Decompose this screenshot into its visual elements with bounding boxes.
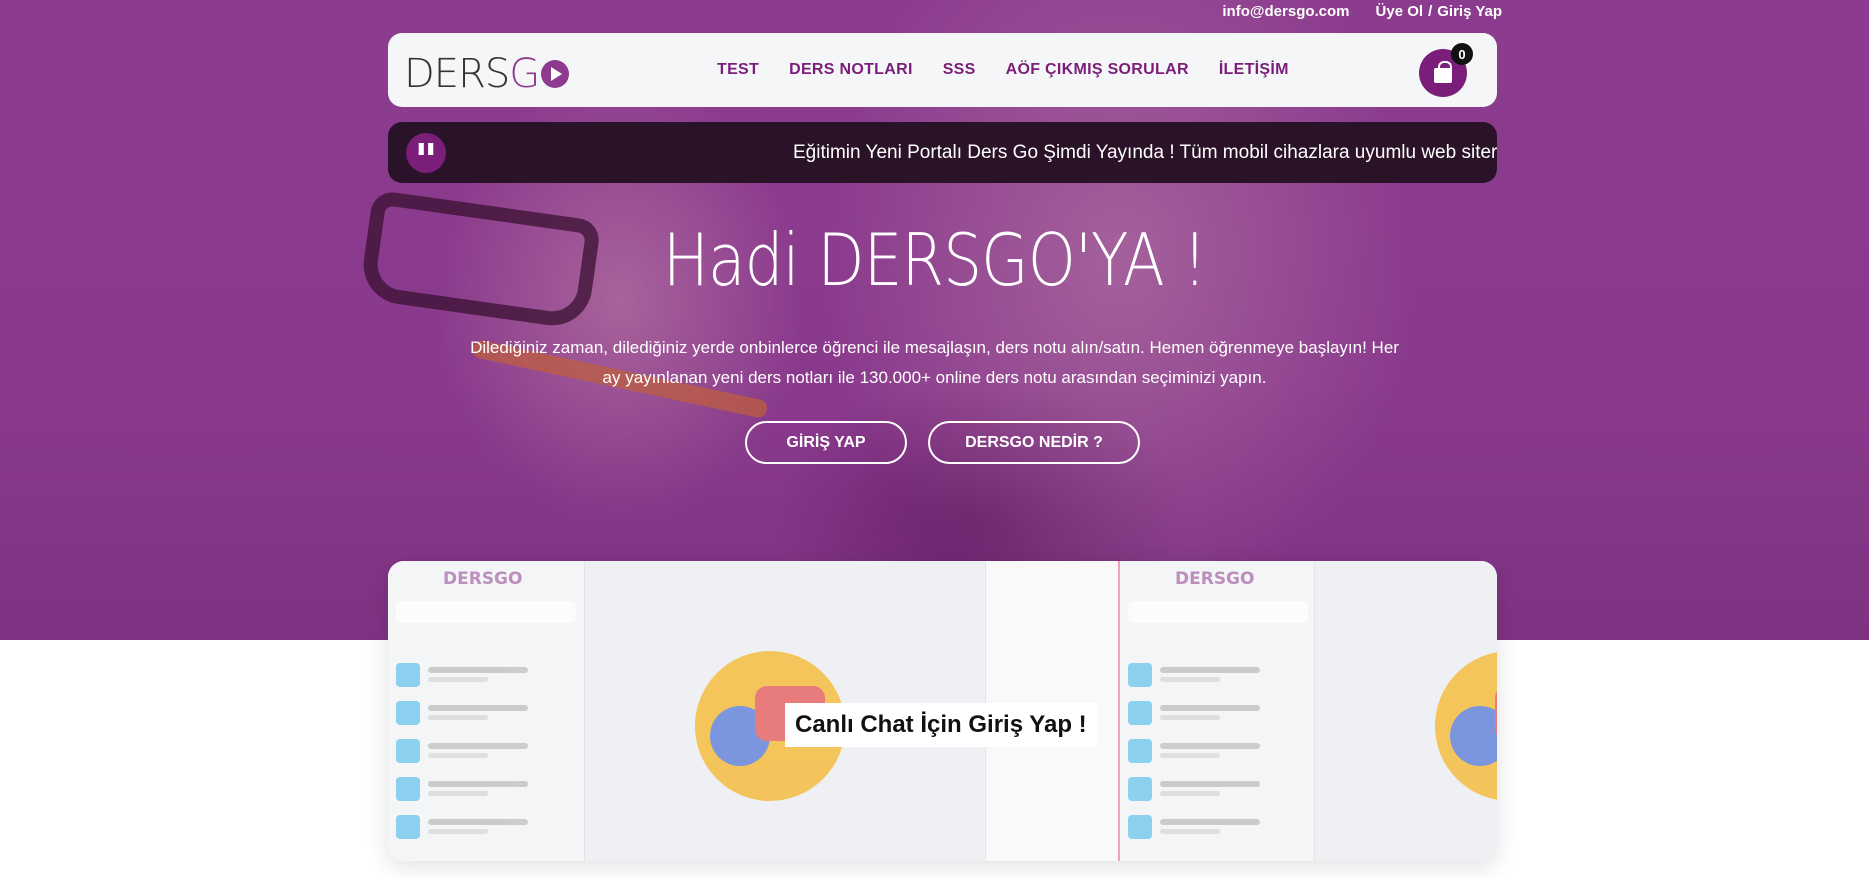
main-menu: TEST DERS NOTLARI SSS AÖF ÇIKMIŞ SORULAR…: [717, 33, 1289, 107]
preview-list-item: [396, 775, 576, 803]
register-link[interactable]: Üye Ol: [1376, 3, 1424, 20]
preview-list-item: [396, 737, 576, 765]
preview-sidebar: DERSGO: [388, 561, 585, 861]
auth-separator: /: [1428, 2, 1433, 20]
live-chat-login-prompt[interactable]: Canlı Chat İçin Giriş Yap !: [785, 703, 1097, 747]
ticker-text: Eğitimin Yeni Portalı Ders Go Şimdi Yayı…: [793, 142, 1497, 163]
login-link[interactable]: Giriş Yap: [1437, 3, 1502, 20]
nav-item-aof-cikmis-sorular[interactable]: AÖF ÇIKMIŞ SORULAR: [1006, 61, 1189, 79]
nav-item-test[interactable]: TEST: [717, 61, 759, 79]
preview-list-item: [1128, 737, 1308, 765]
site-logo[interactable]: DERS G: [404, 51, 570, 97]
hero-login-button[interactable]: GİRİŞ YAP: [745, 421, 907, 464]
cart-button[interactable]: 0: [1419, 43, 1473, 97]
preview-list-item: [396, 813, 576, 841]
hero-title: Hadi DERSGO'YA !: [662, 218, 1207, 302]
nav-item-sss[interactable]: SSS: [943, 61, 976, 79]
preview-list-item: [396, 661, 576, 689]
auth-links: Üye Ol / Giriş Yap: [1376, 3, 1502, 20]
quote-icon: ": [406, 133, 446, 183]
nav-item-ders-notlari[interactable]: DERS NOTLARI: [789, 61, 913, 79]
shopping-bag-icon: [1434, 61, 1452, 83]
topbar: info@dersgo.com Üye Ol / Giriş Yap: [1222, 0, 1502, 22]
nav-item-iletisim[interactable]: İLETİŞİM: [1219, 61, 1289, 79]
hero-about-button[interactable]: DERSGO NEDİR ?: [928, 421, 1140, 464]
preview-list-item: [1128, 661, 1308, 689]
preview-list-item: [1128, 775, 1308, 803]
contact-email-link[interactable]: info@dersgo.com: [1222, 3, 1349, 20]
preview-list-item: [1128, 813, 1308, 841]
preview-list-item: [1128, 699, 1308, 727]
announcement-ticker: " Eğitimin Yeni Portalı Ders Go Şimdi Ya…: [388, 122, 1497, 183]
logo-text-go: G: [509, 51, 540, 97]
hero-description: Dilediğiniz zaman, dilediğiniz yerde onb…: [470, 338, 1399, 387]
preview-sidebar-secondary: DERSGO: [1118, 561, 1315, 861]
preview-list-item: [396, 699, 576, 727]
logo-text-ders: DERS: [404, 51, 510, 97]
navbar: DERS G TEST DERS NOTLARI SSS AÖF ÇIKMIŞ …: [388, 33, 1497, 107]
preview-logo: DERSGO: [443, 569, 523, 589]
cart-count-badge: 0: [1451, 43, 1473, 65]
logo-play-icon: [541, 60, 570, 88]
preview-logo: DERSGO: [1175, 569, 1255, 589]
preview-welcome-panel-secondary: [1315, 561, 1497, 861]
preview-welcome-illustration: [1435, 651, 1497, 801]
preview-search-bar: [1128, 601, 1308, 623]
preview-search-bar: [396, 601, 576, 623]
